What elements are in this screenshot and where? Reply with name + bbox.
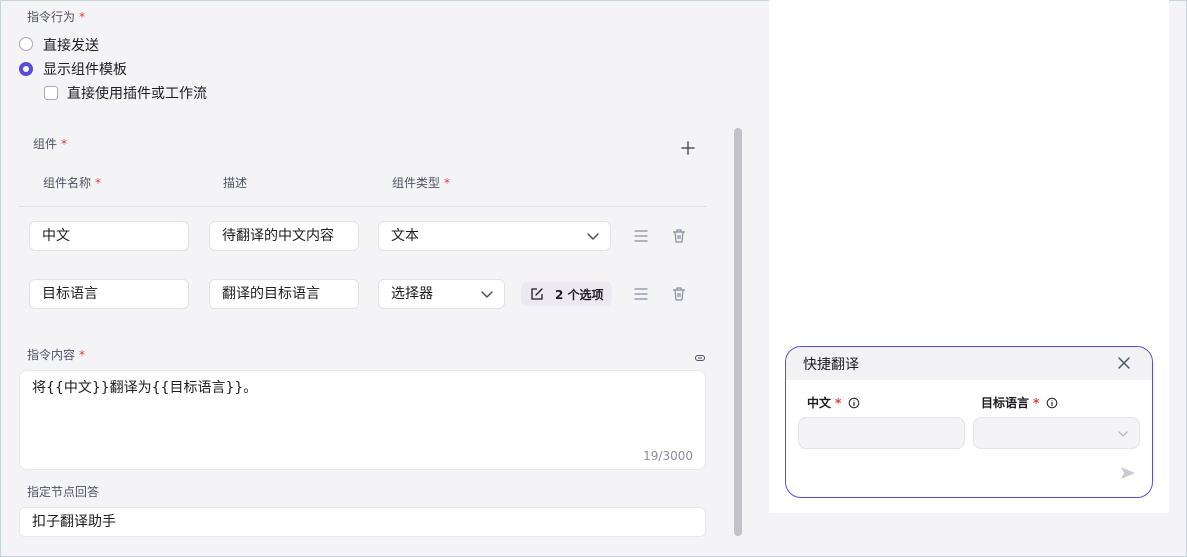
- options-count-label: 2 个选项: [555, 288, 604, 302]
- card-title: 快捷翻译: [803, 357, 859, 373]
- preview-field-label-chinese: 中文 *: [807, 394, 860, 411]
- delete-icon[interactable]: [670, 227, 688, 245]
- drag-handle-icon[interactable]: [632, 227, 650, 245]
- component-type-value: 文本: [391, 228, 419, 244]
- drag-handle-icon[interactable]: [632, 285, 650, 303]
- chevron-down-icon: [587, 233, 599, 240]
- send-icon[interactable]: [1119, 464, 1137, 482]
- components-label: 组件 *: [33, 137, 68, 151]
- character-counter: 19/3000: [643, 449, 693, 463]
- close-icon[interactable]: [1116, 355, 1132, 371]
- scrollbar-thumb[interactable]: [734, 128, 742, 536]
- component-type-value: 选择器: [391, 286, 433, 302]
- shortcut-preview-card: 快捷翻译 中文 * 目标语言 *: [785, 346, 1153, 498]
- designated-node-input[interactable]: 扣子翻译助手: [19, 507, 706, 537]
- preview-target-language-select[interactable]: [973, 417, 1140, 449]
- component-description-input[interactable]: 翻译的目标语言: [209, 279, 359, 309]
- link-icon[interactable]: [694, 353, 706, 363]
- chevron-down-icon: [481, 291, 493, 298]
- column-header-name: 组件名称 *: [43, 176, 102, 190]
- designated-node-label: 指定节点回答: [27, 485, 100, 499]
- component-description-input[interactable]: 待翻译的中文内容: [209, 221, 359, 251]
- column-header-description: 描述: [223, 176, 248, 190]
- instruction-content-textarea[interactable]: 将{{中文}}翻译为{{目标语言}}。 19/3000: [19, 370, 706, 470]
- component-name-input[interactable]: 中文: [29, 221, 189, 251]
- component-name-input[interactable]: 目标语言: [29, 279, 189, 309]
- info-icon: [1047, 397, 1058, 409]
- radio-direct-send[interactable]: [19, 37, 33, 51]
- component-type-select[interactable]: 选择器: [378, 279, 505, 309]
- column-header-type: 组件类型 *: [392, 176, 451, 190]
- instruction-content-label: 指令内容 *: [27, 348, 86, 362]
- radio-show-template[interactable]: [19, 62, 33, 76]
- preview-field-label-target-language: 目标语言 *: [981, 394, 1058, 411]
- radio-direct-send-label[interactable]: 直接发送: [43, 35, 99, 55]
- checkbox-use-plugin-label[interactable]: 直接使用插件或工作流: [67, 83, 207, 103]
- add-icon[interactable]: [679, 139, 697, 157]
- edit-options-button[interactable]: 2 个选项: [521, 282, 612, 306]
- checkbox-use-plugin[interactable]: [44, 86, 58, 100]
- component-type-select[interactable]: 文本: [378, 221, 611, 251]
- instruction-content-text: 将{{中文}}翻译为{{目标语言}}。: [32, 380, 258, 396]
- instruction-behavior-label: 指令行为 *: [27, 10, 86, 24]
- edit-icon: [531, 288, 543, 300]
- table-divider: [19, 206, 706, 207]
- delete-icon[interactable]: [670, 285, 688, 303]
- card-header: 快捷翻译: [786, 347, 1152, 380]
- chevron-down-icon: [1118, 431, 1128, 437]
- info-icon: [849, 397, 860, 409]
- radio-show-template-label[interactable]: 显示组件模板: [43, 59, 127, 79]
- preview-chinese-input[interactable]: [798, 417, 965, 449]
